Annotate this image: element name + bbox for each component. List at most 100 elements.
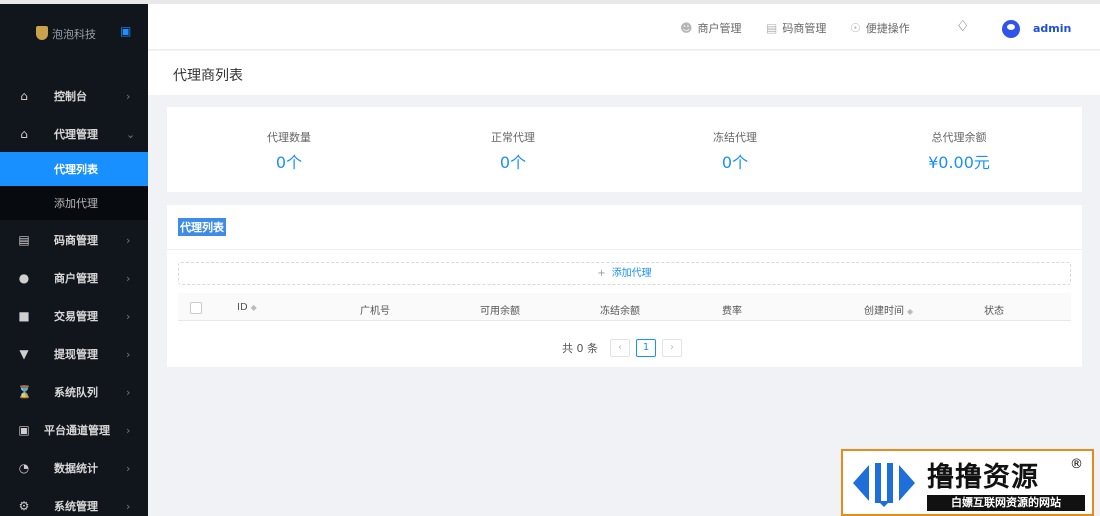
header-link-label: 码商管理 xyxy=(782,22,827,35)
stat-normal-agents: 正常代理 0个 xyxy=(423,129,603,173)
chevron-right-icon: › xyxy=(126,309,131,323)
sidebar-item-label: 平台通道管理 xyxy=(44,424,110,437)
pie-chart-icon: ◔ xyxy=(18,461,30,475)
chevron-down-icon: ⌄ xyxy=(126,127,136,141)
watermark-subtitle: 白嫖互联网资源的网站 xyxy=(927,495,1085,511)
page-button-current[interactable]: 1 xyxy=(636,339,656,357)
lock-icon[interactable]: ▣ xyxy=(120,24,131,38)
sidebar-item-label: 交易管理 xyxy=(54,310,98,323)
sidebar-item-system[interactable]: ⚙ 系统管理 › xyxy=(0,488,148,516)
column-header-id[interactable]: ID ◆ xyxy=(237,302,257,313)
sidebar-item-label: 代理管理 xyxy=(54,128,98,141)
stat-label: 代理数量 xyxy=(267,131,311,144)
stat-label: 冻结代理 xyxy=(713,131,757,144)
stat-value: 0个 xyxy=(275,153,303,172)
column-header-available-balance: 可用余额 xyxy=(480,306,520,317)
sidebar-subitem-label: 添加代理 xyxy=(54,197,98,210)
gear-icon: ⚙ xyxy=(18,499,30,513)
sidebar-subitem-label: 代理列表 xyxy=(54,163,98,176)
sidebar-item-statistics[interactable]: ◔ 数据统计 › xyxy=(0,450,148,486)
watermark-logo-icon xyxy=(853,463,915,507)
chevron-right-icon: › xyxy=(126,499,131,513)
sidebar-item-label: 系统管理 xyxy=(54,500,98,513)
sidebar-item-label: 数据统计 xyxy=(54,462,98,475)
header-link-quick-actions[interactable]: ☉ 便捷操作 xyxy=(850,20,910,36)
column-label: ID xyxy=(237,302,248,313)
chevron-right-icon: › xyxy=(126,347,131,361)
pagination-total: 共 0 条 xyxy=(562,342,598,355)
column-label: 创建时间 xyxy=(864,306,904,317)
page-title: 代理商列表 xyxy=(173,68,243,84)
add-agent-label: 添加代理 xyxy=(611,268,652,279)
avatar[interactable] xyxy=(1002,20,1020,38)
header-link-label: 便捷操作 xyxy=(865,22,910,35)
stat-value: 0个 xyxy=(721,153,749,172)
agent-list-card: 代理列表 + 添加代理 ID ◆ 广机号 可用余额 冻结余额 费率 创建时间 ◆ 状态… xyxy=(167,205,1082,367)
chevron-right-icon: › xyxy=(126,233,131,247)
list-title: 代理列表 xyxy=(178,218,226,236)
stat-label: 总代理余额 xyxy=(931,131,987,144)
chevron-right-icon: › xyxy=(126,271,131,285)
header-link-merchants[interactable]: ☻ 商户管理 xyxy=(680,20,742,36)
sort-icon: ◆ xyxy=(250,303,257,312)
hourglass-icon: ⌛ xyxy=(17,385,32,399)
sidebar-item-dashboard[interactable]: ⌂ 控制台 › xyxy=(0,78,148,114)
stats-card: 代理数量 0个 正常代理 0个 冻结代理 0个 总代理余额 ¥0.00元 xyxy=(167,107,1082,192)
stat-frozen-agents: 冻结代理 0个 xyxy=(645,129,825,173)
stat-value: 0个 xyxy=(499,153,527,172)
logo-row: 泡泡科技 ▣ xyxy=(0,18,148,48)
user-icon: ☻ xyxy=(680,21,693,35)
column-header-status: 状态 xyxy=(984,306,1004,317)
column-header-account: 广机号 xyxy=(360,306,390,317)
sidebar-item-merchants[interactable]: ● 商户管理 › xyxy=(0,260,148,296)
list-header: 代理列表 xyxy=(167,205,1082,250)
trade-icon: ■ xyxy=(18,309,30,323)
sidebar-item-label: 控制台 xyxy=(54,90,87,103)
sidebar-item-agents[interactable]: ⌂ 代理管理 ⌄ xyxy=(0,116,148,152)
chevron-right-icon: › xyxy=(126,423,131,437)
location-icon: ☉ xyxy=(850,21,861,35)
user-name[interactable]: admin xyxy=(1033,22,1071,35)
home-icon: ⌂ xyxy=(20,89,28,103)
merchant-icon: ● xyxy=(18,271,30,285)
watermark-banner: 撸撸资源 ® 白嫖互联网资源的网站 xyxy=(841,449,1094,516)
stat-label: 正常代理 xyxy=(491,131,535,144)
next-page-button[interactable]: › xyxy=(662,339,682,357)
plus-icon: + xyxy=(597,268,606,279)
sidebar-item-trades[interactable]: ■ 交易管理 › xyxy=(0,298,148,334)
sidebar-item-label: 商户管理 xyxy=(54,272,98,285)
sidebar-subitem-add-agent[interactable]: 添加代理 xyxy=(0,186,148,220)
sort-icon: ◆ xyxy=(907,307,914,316)
store-icon: ▤ xyxy=(766,21,778,35)
column-header-frozen-balance: 冻结余额 xyxy=(600,306,640,317)
sidebar-item-label: 提现管理 xyxy=(54,348,98,361)
sidebar: 泡泡科技 ▣ ⌂ 控制台 › ⌂ 代理管理 ⌄ 代理列表 添加代理 ▤ 码商管理… xyxy=(0,4,148,516)
sidebar-item-label: 系统队列 xyxy=(54,386,98,399)
add-agent-button[interactable]: + 添加代理 xyxy=(178,262,1071,285)
sidebar-item-label: 码商管理 xyxy=(54,234,98,247)
withdraw-icon: ▼ xyxy=(19,347,29,361)
stat-agent-count: 代理数量 0个 xyxy=(199,129,379,173)
header-link-code-merchants[interactable]: ▤ 码商管理 xyxy=(766,20,826,36)
bell-icon[interactable]: ♢ xyxy=(956,17,969,35)
sidebar-subitem-agent-list[interactable]: 代理列表 xyxy=(0,152,148,186)
sidebar-item-code-merchants[interactable]: ▤ 码商管理 › xyxy=(0,222,148,258)
channel-icon: ▣ xyxy=(18,423,30,437)
column-header-created-time[interactable]: 创建时间 ◆ xyxy=(864,302,913,317)
sidebar-item-queue[interactable]: ⌛ 系统队列 › xyxy=(0,374,148,410)
sidebar-item-channels[interactable]: ▣ 平台通道管理 › xyxy=(0,412,148,448)
chevron-right-icon: › xyxy=(126,461,131,475)
column-header-rate: 费率 xyxy=(722,306,742,317)
sidebar-item-withdrawals[interactable]: ▼ 提现管理 › xyxy=(0,336,148,372)
select-all-checkbox[interactable] xyxy=(190,302,202,314)
page-title-bar: 代理商列表 xyxy=(148,51,1100,95)
stat-value: ¥0.00元 xyxy=(928,153,990,172)
chevron-right-icon: › xyxy=(126,89,131,103)
chevron-right-icon: › xyxy=(126,385,131,399)
top-header: ☻ 商户管理 ▤ 码商管理 ☉ 便捷操作 ♢ admin xyxy=(148,4,1100,50)
registered-mark: ® xyxy=(1070,457,1083,472)
header-link-label: 商户管理 xyxy=(697,22,742,35)
agent-icon: ⌂ xyxy=(20,127,28,141)
prev-page-button[interactable]: ‹ xyxy=(610,339,630,357)
pagination: 共 0 条 ‹ 1 › xyxy=(562,338,682,358)
